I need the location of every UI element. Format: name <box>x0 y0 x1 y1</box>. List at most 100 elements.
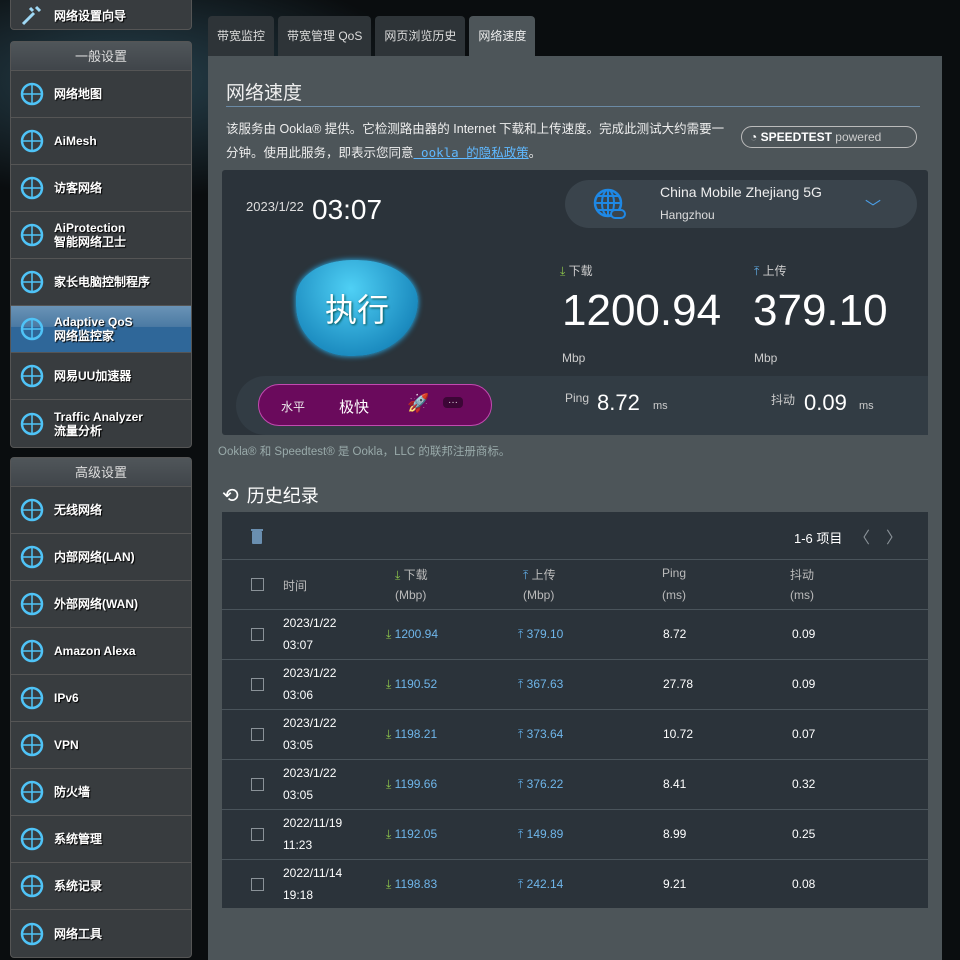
sidebar-item-4[interactable]: 家长电脑控制程序 <box>11 259 191 306</box>
table-row: 2022/11/14 19:18 ⤓ 1198.83 ⤒ 242.14 9.21… <box>222 859 928 909</box>
system-log-icon-wrap <box>17 871 47 901</box>
sidebar-adv-item-7[interactable]: 系统管理 <box>11 816 191 863</box>
row-download: 1190.52 <box>394 677 438 691</box>
sidebar-adv-item-3[interactable]: Amazon Alexa <box>11 628 191 675</box>
row-date: 2022/11/14 <box>283 866 343 880</box>
firewall-icon <box>20 780 44 804</box>
sidebar-item-5[interactable]: Adaptive QoS 网络监控家 <box>11 306 191 353</box>
sidebar-item-text: Traffic Analyzer 流量分析 <box>54 410 143 438</box>
prev-page-icon[interactable]: 〈 <box>854 524 870 548</box>
network-map-icon-wrap <box>17 79 47 109</box>
sidebar-item-text: AiProtection 智能网络卫士 <box>54 221 126 249</box>
sidebar-item-2[interactable]: 访客网络 <box>11 165 191 212</box>
sidebar-item-label: 防火墙 <box>54 785 91 799</box>
logo-bold: SPEEDTEST <box>760 130 832 144</box>
wireless-icon-wrap <box>17 495 47 525</box>
firewall-icon-wrap <box>17 777 47 807</box>
row-checkbox[interactable] <box>251 728 264 741</box>
sidebar-item-label: 内部网络(LAN) <box>54 550 135 564</box>
row-upload: 373.64 <box>526 727 564 741</box>
tab-qos[interactable]: 带宽管理 QoS <box>278 16 372 56</box>
system-log-icon <box>20 874 44 898</box>
go-button[interactable]: 执行 <box>296 260 418 356</box>
sidebar-adv-item-5[interactable]: VPN <box>11 722 191 769</box>
row-checkbox[interactable] <box>251 878 264 891</box>
header-jitter-unit: (ms) <box>790 588 814 602</box>
speed-level-pill: 水平 极快 🚀 ··· <box>258 384 492 426</box>
header-upload-text: 上传 <box>531 568 556 582</box>
page-title: 网络速度 <box>226 83 303 104</box>
table-header: 时间 ⤓ 下载 (Mbp) ⤒ 上传 (Mbp) Ping (ms) 抖动 (m… <box>222 559 928 609</box>
network-tools-icon-wrap <box>17 919 47 949</box>
table-row: 2023/1/22 03:06 ⤓ 1190.52 ⤒ 367.63 27.78… <box>222 659 928 709</box>
logo-light: powered <box>835 130 882 144</box>
download-label-text: 下载 <box>568 264 593 278</box>
ping-value: 8.72 <box>597 390 640 415</box>
server-selector[interactable]: China Mobile Zhejiang 5G Hangzhou ﹀ <box>565 180 917 228</box>
speedometer-icon-wrap <box>17 361 47 391</box>
sidebar-item-label: AiProtection <box>54 221 126 235</box>
vpn-icon <box>20 733 44 757</box>
privacy-policy-link[interactable]: ookla 的隐私政策 <box>414 145 529 160</box>
download-icon: ⤓ <box>386 777 392 791</box>
more-button[interactable]: ··· <box>443 397 463 408</box>
row-checkbox[interactable] <box>251 828 264 841</box>
result-summary-bar: 水平 极快 🚀 ··· Ping 8.72 ms 抖动 0.09 ms <box>236 376 928 435</box>
row-time: 11:23 <box>283 838 313 852</box>
sidebar-item-3[interactable]: AiProtection 智能网络卫士 <box>11 212 191 259</box>
upload-icon: ⤒ <box>754 264 760 278</box>
row-ping: 9.21 <box>663 877 687 891</box>
sidebar-item-label: 家长电脑控制程序 <box>54 275 151 289</box>
sidebar-adv-item-6[interactable]: 防火墙 <box>11 769 191 816</box>
tab-bandwidth-monitor[interactable]: 带宽监控 <box>208 16 275 56</box>
sidebar-item-sublabel: 流量分析 <box>54 423 103 438</box>
trash-icon[interactable] <box>251 528 263 544</box>
select-all-checkbox[interactable] <box>251 578 264 591</box>
rocket-icon: 🚀 <box>407 393 430 413</box>
row-time: 19:18 <box>283 888 314 902</box>
admin-gear-icon-wrap <box>17 824 47 854</box>
row-jitter: 0.08 <box>792 877 816 891</box>
sidebar-general: 一般设置 网络地图 AiMesh 访客网络 AiProtection 智能网络卫士 家长电… <box>10 41 192 448</box>
header-download-text: 下载 <box>403 568 428 582</box>
sidebar-adv-item-2[interactable]: 外部网络(WAN) <box>11 581 191 628</box>
parental-control-icon <box>20 270 44 294</box>
sidebar-adv-item-9[interactable]: 网络工具 <box>11 910 191 957</box>
vpn-icon-wrap <box>17 730 47 760</box>
alexa-icon <box>20 639 44 663</box>
upload-icon: ⤒ <box>518 827 524 841</box>
tab-speedtest[interactable]: 网络速度 <box>469 16 536 56</box>
shield-lock-icon-wrap <box>17 220 47 250</box>
download-value: 1200.94 <box>562 286 722 335</box>
row-download: 1198.83 <box>394 877 438 891</box>
upload-icon: ⤒ <box>518 677 524 691</box>
row-time: 03:07 <box>283 638 314 652</box>
row-download: 1198.21 <box>394 727 438 741</box>
sidebar-item-0[interactable]: 网络地图 <box>11 71 191 118</box>
row-jitter: 0.32 <box>792 777 816 791</box>
next-page-icon[interactable]: 〉 <box>886 524 902 548</box>
sidebar-item-7[interactable]: Traffic Analyzer 流量分析 <box>11 400 191 447</box>
tab-web-history[interactable]: 网页浏览历史 <box>375 16 466 56</box>
speedtest-card: 2023/1/22 03:07 China Mobile Zhejiang 5G… <box>222 170 928 435</box>
row-checkbox[interactable] <box>251 778 264 791</box>
sidebar-adv-item-8[interactable]: 系统记录 <box>11 863 191 910</box>
sidebar-adv-item-4[interactable]: IPv6 <box>11 675 191 722</box>
row-download: 1200.94 <box>394 627 439 641</box>
header-jitter: 抖动 <box>790 568 815 582</box>
sidebar-item-1[interactable]: AiMesh <box>11 118 191 165</box>
download-icon: ⤓ <box>386 677 392 691</box>
lan-icon <box>20 545 44 569</box>
row-jitter: 0.09 <box>792 677 816 691</box>
sidebar-adv-item-0[interactable]: 无线网络 <box>11 487 191 534</box>
sidebar-item-text: 网络地图 <box>54 87 102 101</box>
download-label: ⤓ 下载 <box>560 262 593 279</box>
sidebar-item-6[interactable]: 网易UU加速器 <box>11 353 191 400</box>
row-checkbox[interactable] <box>251 678 264 691</box>
row-checkbox[interactable] <box>251 628 264 641</box>
sidebar-item-label: AiMesh <box>54 134 97 148</box>
sidebar-quick-setup[interactable]: 网络设置向导 <box>10 0 192 30</box>
row-upload: 367.63 <box>526 677 564 691</box>
sidebar-item-text: 家长电脑控制程序 <box>54 275 150 289</box>
sidebar-adv-item-1[interactable]: 内部网络(LAN) <box>11 534 191 581</box>
